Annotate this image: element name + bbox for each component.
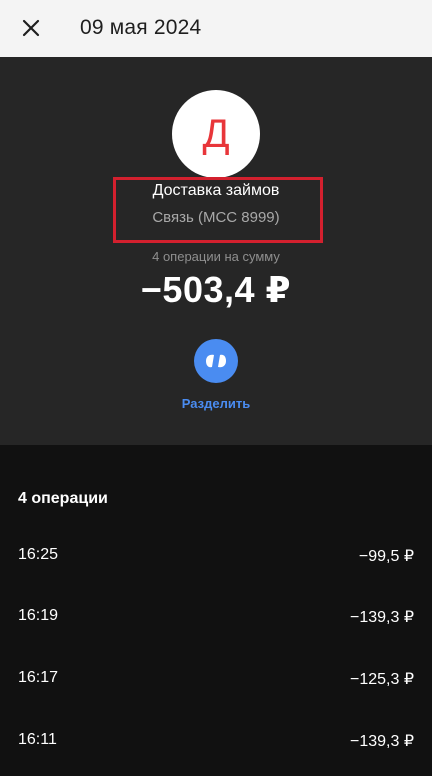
operations-list: 4 операции 16:25 −99,5 ₽ 16:19 −139,3 ₽ … [0, 445, 432, 776]
operation-amount: −125,3 ₽ [349, 671, 414, 688]
close-icon [22, 19, 40, 37]
merchant-name: Доставка займов [152, 182, 280, 199]
operation-amount: −139,3 ₽ [349, 733, 414, 750]
top-bar: 09 мая 2024 [0, 0, 432, 57]
operation-row[interactable]: 16:25 −99,5 ₽ [0, 536, 432, 576]
merchant-category: Связь (MCC 8999) [152, 209, 280, 226]
operation-time: 16:19 [18, 607, 59, 624]
split-icon [206, 354, 226, 368]
operation-row[interactable]: 16:19 −139,3 ₽ [0, 597, 432, 637]
close-button[interactable] [16, 13, 46, 43]
split-button[interactable] [194, 339, 238, 383]
split-label[interactable]: Разделить [0, 396, 432, 411]
operation-amount: −99,5 ₽ [358, 548, 414, 565]
operations-heading: 4 операции [18, 490, 108, 507]
operation-row[interactable]: 16:11 −139,3 ₽ [0, 721, 432, 761]
operation-time: 16:25 [18, 546, 59, 563]
page-title: 09 мая 2024 [80, 16, 202, 39]
operation-row[interactable]: 16:17 −125,3 ₽ [0, 659, 432, 699]
merchant-avatar: Д [172, 90, 260, 178]
operations-caption: 4 операции на сумму [152, 249, 280, 264]
operation-amount: −139,3 ₽ [349, 609, 414, 626]
operation-time: 16:17 [18, 669, 59, 686]
operation-details-screen: 09 мая 2024 Д Доставка займов Связь (MCC… [0, 0, 432, 776]
summary-section: Д Доставка займов Связь (MCC 8999) 4 опе… [0, 57, 432, 445]
total-amount: −503,4 ₽ [140, 269, 292, 310]
operation-time: 16:11 [18, 731, 57, 748]
